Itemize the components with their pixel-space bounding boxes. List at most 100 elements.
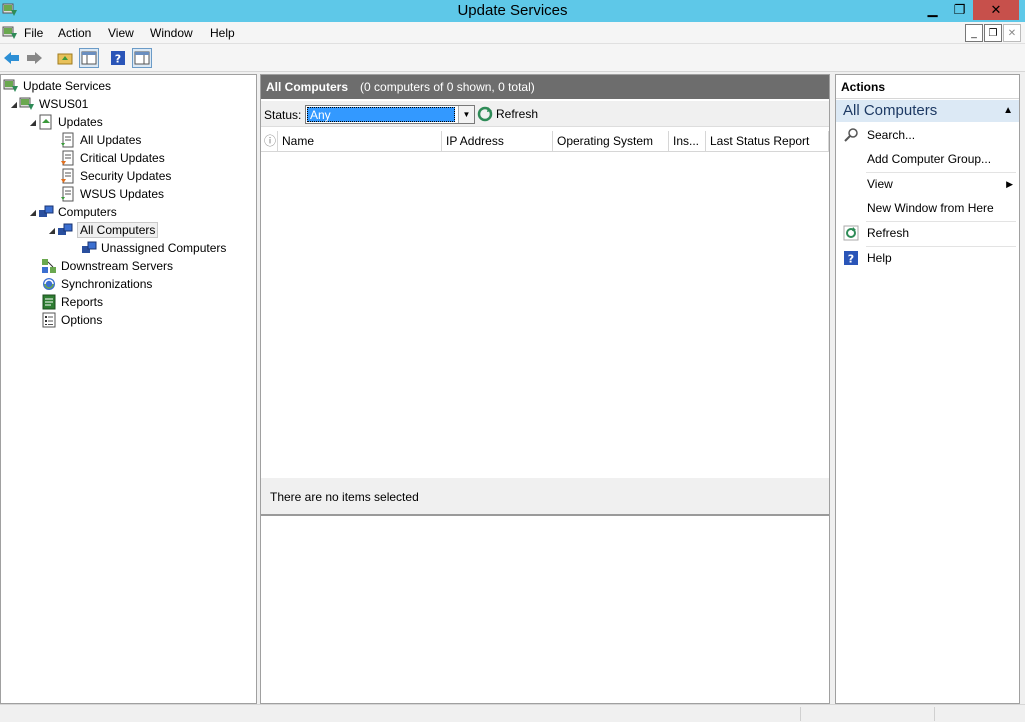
wsus-update-icon — [61, 186, 74, 202]
filter-bar: Status: Any ▼ Refresh — [261, 101, 829, 127]
update-services-icon — [3, 79, 18, 92]
results-summary: (0 computers of 0 shown, 0 total) — [360, 80, 535, 94]
tree-item-synchronizations[interactable]: Synchronizations — [41, 275, 152, 293]
menu-action[interactable]: Action — [58, 26, 91, 40]
svg-text:?: ? — [115, 53, 121, 66]
up-folder-button[interactable] — [55, 48, 75, 68]
collapse-up-icon[interactable]: ▲ — [1003, 100, 1013, 122]
action-new-window[interactable]: New Window from Here — [836, 197, 1019, 219]
menu-help[interactable]: Help — [210, 26, 235, 40]
dropdown-arrow-icon[interactable]: ▼ — [458, 106, 474, 123]
tree-item-all-computers[interactable]: ◢ All Computers — [47, 221, 159, 239]
tree-label: Security Updates — [80, 169, 172, 183]
tree-item-wsus01[interactable]: ◢ WSUS01 — [9, 95, 88, 113]
tree-item-critical-updates[interactable]: Critical Updates — [60, 149, 165, 167]
computers-icon — [39, 205, 54, 217]
tree-item-computers[interactable]: ◢ Computers — [28, 203, 117, 221]
console-tree: Update Services ◢ WSUS01 ◢ Updates All U… — [0, 74, 257, 704]
back-button[interactable] — [2, 48, 22, 68]
tree-label: Options — [61, 313, 103, 327]
tree-item-wsus-updates[interactable]: WSUS Updates — [60, 185, 164, 203]
maximize-button[interactable]: ❐ — [946, 0, 973, 20]
window-title: Update Services — [457, 2, 568, 19]
action-refresh[interactable]: Refresh — [836, 222, 1019, 244]
actions-title: Actions — [836, 75, 1019, 99]
status-bar — [0, 704, 1025, 722]
help-button[interactable]: ? — [108, 48, 128, 68]
tree-label: All Computers — [77, 222, 159, 238]
tree-item-options[interactable]: Options — [41, 311, 102, 329]
folder-up-icon — [57, 53, 73, 65]
search-icon — [844, 128, 858, 142]
filter-refresh-button[interactable]: Refresh — [477, 106, 538, 122]
forward-button[interactable] — [24, 48, 44, 68]
menu-window[interactable]: Window — [150, 26, 193, 40]
action-label: New Window from Here — [867, 201, 994, 215]
tree-label: WSUS01 — [39, 97, 89, 111]
status-selected-value: Any — [307, 107, 455, 122]
submenu-arrow-icon: ▶ — [1006, 178, 1013, 189]
tree-label: Critical Updates — [80, 151, 165, 165]
tree-item-unassigned-computers[interactable]: Unassigned Computers — [81, 239, 226, 257]
action-help[interactable]: ? Help — [836, 247, 1019, 269]
actions-pane: Actions All Computers ▲ Search... Add Co… — [835, 74, 1020, 704]
tree-item-update-services[interactable]: Update Services — [3, 77, 111, 95]
tree-item-security-updates[interactable]: Security Updates — [60, 167, 171, 185]
action-view[interactable]: View ▶ — [836, 173, 1019, 195]
actions-section-header[interactable]: All Computers ▲ — [836, 100, 1019, 122]
status-dropdown[interactable]: Any ▼ — [305, 105, 475, 124]
collapse-arrow-icon[interactable]: ◢ — [9, 100, 19, 109]
close-button[interactable]: ✕ — [973, 0, 1019, 20]
show-hide-action-pane-button[interactable] — [132, 48, 152, 68]
action-label: Refresh — [867, 226, 910, 240]
action-label: Help — [867, 251, 892, 265]
refresh-label: Refresh — [496, 107, 539, 121]
action-add-computer-group[interactable]: Add Computer Group... — [836, 148, 1019, 170]
back-arrow-icon — [4, 52, 19, 64]
status-bar-cell — [800, 707, 934, 721]
tree-label: Synchronizations — [61, 277, 153, 291]
toolbar: ? — [0, 44, 1025, 72]
results-header: All Computers (0 computers of 0 shown, 0… — [261, 75, 829, 99]
column-header-last-status-report[interactable]: Last Status Report — [706, 131, 829, 152]
tree-item-updates[interactable]: ◢ Updates — [28, 113, 103, 131]
system-menu-icon[interactable] — [2, 25, 18, 41]
column-header-operating-system[interactable]: Operating System — [553, 131, 669, 152]
update-document-icon — [61, 132, 74, 148]
tree-label: Downstream Servers — [61, 259, 174, 273]
collapse-arrow-icon[interactable]: ◢ — [28, 208, 38, 217]
computer-group-icon — [58, 223, 73, 235]
minimize-button[interactable]: ▁ — [919, 0, 946, 20]
column-header-installed[interactable]: Ins... — [669, 131, 706, 152]
actions-section-title: All Computers — [843, 102, 938, 119]
computers-list[interactable] — [261, 153, 829, 478]
collapse-arrow-icon[interactable]: ◢ — [28, 118, 38, 127]
tree-item-reports[interactable]: Reports — [41, 293, 103, 311]
tree-label: Unassigned Computers — [101, 241, 227, 255]
title-bar: Update Services ▁ ❐ ✕ — [0, 0, 1025, 22]
mdi-restore-button[interactable]: ❐ — [984, 24, 1002, 42]
collapse-arrow-icon[interactable]: ◢ — [47, 226, 57, 235]
mdi-minimize-button[interactable]: _ — [965, 24, 983, 42]
column-header-name[interactable]: Name — [278, 131, 442, 152]
tree-item-downstream-servers[interactable]: Downstream Servers — [41, 257, 173, 275]
tree-item-all-updates[interactable]: All Updates — [60, 131, 141, 149]
updates-icon — [39, 114, 52, 130]
mdi-close-button[interactable]: ✕ — [1003, 24, 1021, 42]
computer-group-icon — [82, 241, 97, 253]
show-hide-console-tree-button[interactable] — [79, 48, 99, 68]
action-search[interactable]: Search... — [836, 124, 1019, 146]
svg-text:?: ? — [848, 253, 854, 266]
menu-view[interactable]: View — [108, 26, 134, 40]
refresh-icon — [477, 106, 493, 122]
column-header-ip-address[interactable]: IP Address — [442, 131, 553, 152]
details-pane — [261, 518, 829, 703]
help-icon: ? — [111, 51, 125, 66]
tree-label: Updates — [58, 115, 103, 129]
refresh-icon — [843, 225, 859, 241]
action-label: View — [867, 177, 893, 191]
menu-file[interactable]: File — [24, 26, 43, 40]
critical-update-icon — [61, 150, 74, 166]
console-tree-icon — [81, 51, 97, 65]
info-column-header[interactable]: ⓘ — [261, 131, 278, 152]
